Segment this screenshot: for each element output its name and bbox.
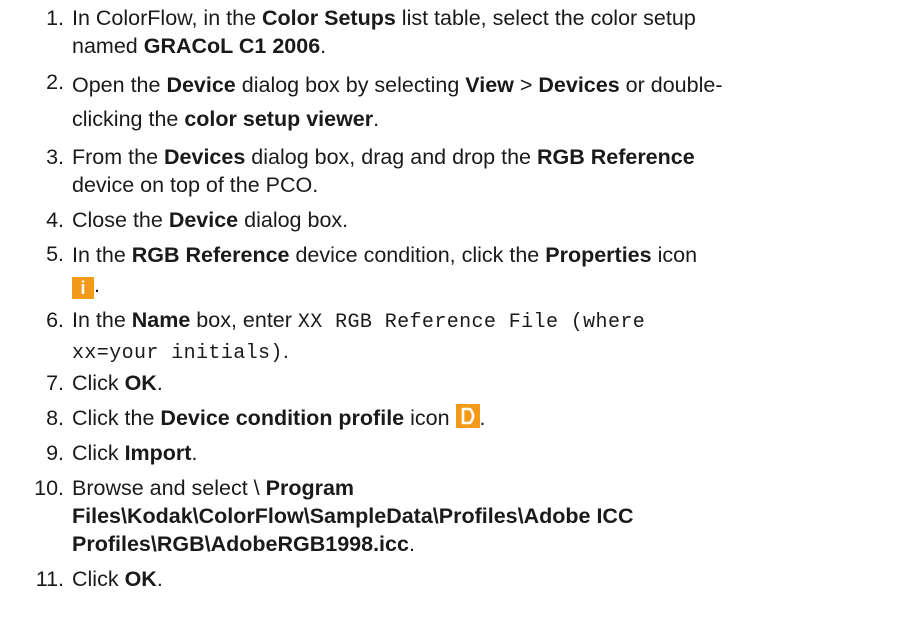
ui-term: Device condition profile (160, 406, 405, 430)
step-number: 11. (35, 567, 64, 591)
ui-term: Devices (164, 145, 246, 169)
ui-term: RGB Reference (536, 145, 695, 169)
step-text: Click OK. (72, 567, 163, 591)
step-number: 7. (46, 371, 64, 395)
step-text: Open the Device dialog box by selecting … (72, 73, 723, 131)
instruction-steps: 1. In ColorFlow, in the Color Setups lis… (0, 0, 912, 635)
step-text: In the Name box, enter XX RGB Reference … (72, 308, 646, 365)
step-text: Click Import. (72, 441, 198, 465)
step-text: In the RGB Reference device condition, c… (72, 243, 698, 299)
ui-term: Properties (545, 243, 652, 267)
step-number: 6. (46, 308, 64, 332)
ui-term: Name (131, 308, 191, 332)
ui-term: OK (124, 371, 157, 395)
step-number: 8. (46, 406, 64, 430)
step-text: Close the Device dialog box. (72, 208, 349, 232)
ui-term: RGB Reference (131, 243, 290, 267)
ui-term: View (465, 73, 514, 97)
step-text: From the Devices dialog box, drag and dr… (72, 145, 695, 197)
file-path: Profiles\RGB\AdobeRGB1998.icc (72, 532, 409, 556)
ui-term: Color Setups (262, 6, 396, 30)
step-number: 4. (46, 208, 64, 232)
step-number: 10. (34, 476, 64, 500)
step-text: Browse and select \ Program Files\Kodak\… (72, 476, 634, 556)
step-number: 9. (46, 441, 64, 465)
ui-term: Import (124, 441, 192, 465)
step-number: 5. (46, 242, 64, 266)
step-text: Click the Device condition profile icon. (72, 404, 486, 430)
step-number: 1. (46, 6, 64, 30)
ui-term: OK (124, 567, 157, 591)
step-text: Click OK. (72, 371, 163, 395)
step-text: In ColorFlow, in the Color Setups list t… (72, 6, 696, 58)
ui-term: color setup viewer (184, 107, 374, 131)
device-condition-profile-icon (455, 404, 480, 428)
file-path: Program (265, 476, 355, 500)
step-number: 3. (46, 145, 64, 169)
code-text: xx=your initials) (72, 342, 283, 365)
step-number: 2. (46, 70, 64, 94)
file-path: Files\Kodak\ColorFlow\SampleData\Profile… (72, 504, 634, 528)
code-text: XX RGB Reference File (where (297, 311, 646, 334)
ui-term: Device (168, 208, 239, 232)
ui-term: Device (166, 73, 236, 97)
info-icon: i (72, 277, 94, 299)
ui-term: GRACoL C1 2006 (143, 34, 321, 58)
ui-term: Devices (538, 73, 620, 97)
